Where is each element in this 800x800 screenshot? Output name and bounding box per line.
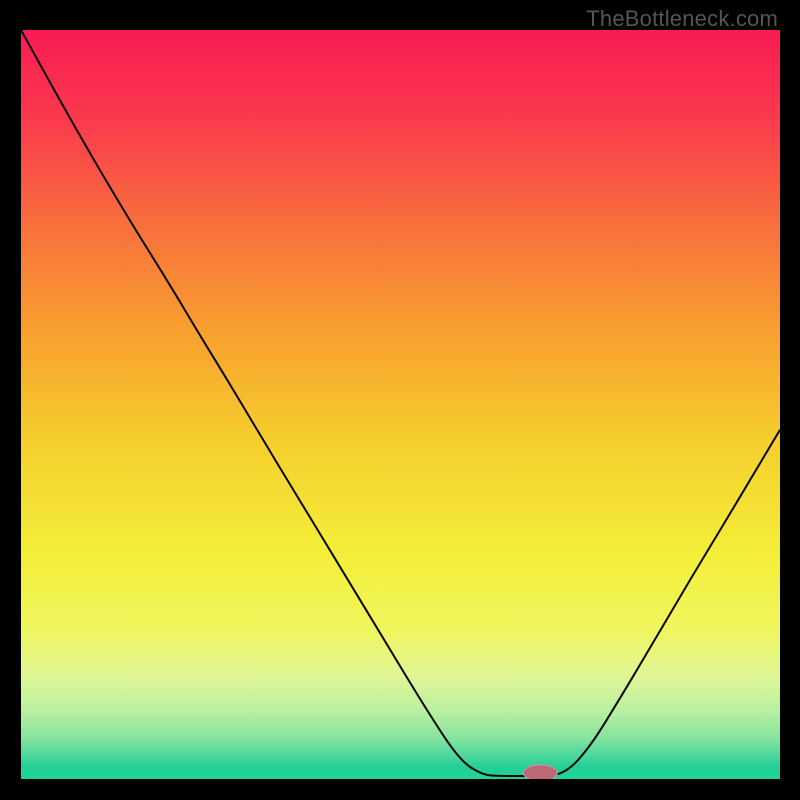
marker-point bbox=[523, 765, 557, 779]
watermark-text: TheBottleneck.com bbox=[586, 6, 778, 32]
chart-container: TheBottleneck.com bbox=[0, 0, 800, 800]
chart-svg bbox=[21, 30, 780, 779]
plot-area bbox=[21, 30, 780, 779]
